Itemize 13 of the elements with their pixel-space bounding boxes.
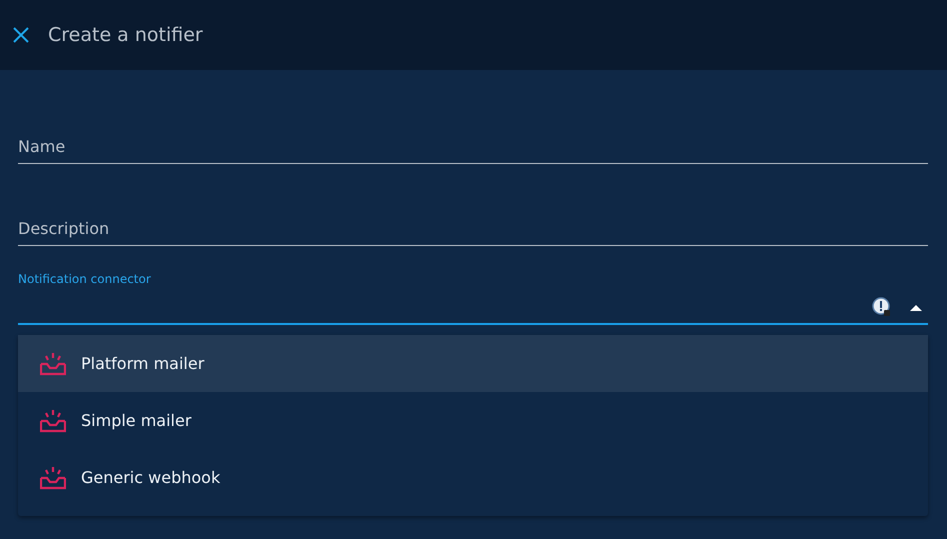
connector-option[interactable]: Simple mailer: [18, 392, 928, 449]
dialog-title: Create a notifier: [48, 22, 203, 48]
inbox-icon: [40, 466, 66, 490]
connector-option[interactable]: Generic webhook: [18, 449, 928, 506]
text-field[interactable]: Description: [18, 212, 928, 246]
close-button[interactable]: [12, 26, 30, 44]
inbox-icon: [40, 352, 66, 376]
field-label: Notification connector: [18, 271, 152, 288]
connector-option[interactable]: Platform mailer: [18, 335, 928, 392]
close-icon: [13, 27, 29, 43]
text-field[interactable]: Name: [18, 130, 928, 164]
alert-lock-icon: [872, 297, 892, 317]
inbox-icon: [40, 408, 66, 432]
